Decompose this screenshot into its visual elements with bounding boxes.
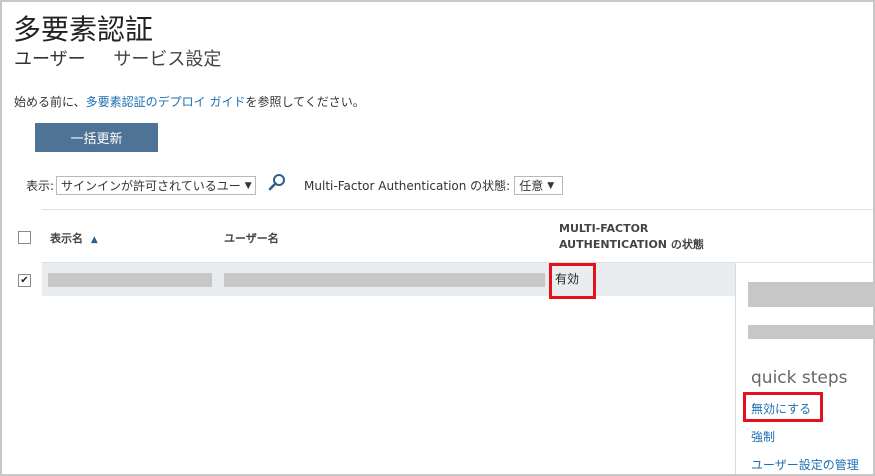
- column-header-mfa-status[interactable]: MULTI-FACTOR AUTHENTICATION の状態: [559, 221, 704, 253]
- filter-bar: 表示: サインインが許可されているユー ▼ Multi-Factor Authe…: [26, 173, 564, 195]
- page-title: 多要素認証: [13, 13, 154, 46]
- highlight-box-status: [549, 263, 596, 299]
- column-header-user-name[interactable]: ユーザー名: [224, 230, 279, 246]
- table-top-divider: [42, 209, 873, 210]
- deploy-guide-link[interactable]: 多要素認証のデプロイ ガイド: [86, 95, 246, 109]
- quick-steps-title: quick steps: [751, 368, 848, 388]
- sub-navigation: ユーザー サービス設定: [14, 45, 221, 71]
- mfa-status-header-line1: MULTI-FACTOR: [559, 222, 649, 235]
- row-checkbox[interactable]: ✔: [18, 274, 31, 287]
- dropdown-arrow-icon: ▼: [244, 180, 252, 191]
- select-all-checkbox[interactable]: [18, 231, 31, 244]
- highlight-box-disable: [743, 392, 823, 422]
- search-icon[interactable]: [268, 173, 286, 191]
- sort-ascending-icon: ▲: [90, 235, 98, 245]
- mfa-status-header-line2: AUTHENTICATION の状態: [559, 238, 704, 251]
- bulk-update-button[interactable]: 一括更新: [35, 123, 158, 152]
- column-header-display-name[interactable]: 表示名 ▲: [50, 230, 98, 246]
- display-name-header-label: 表示名: [50, 232, 83, 245]
- enforce-mfa-link[interactable]: 強制: [751, 428, 775, 445]
- view-filter-select[interactable]: サインインが許可されているユー ▼: [56, 176, 257, 195]
- intro-prefix: 始める前に、: [14, 95, 86, 109]
- dropdown-arrow-icon: ▼: [547, 180, 555, 191]
- intro-suffix: を参照してください。: [245, 95, 365, 109]
- mfa-state-filter-label: Multi-Factor Authentication の状態:: [304, 179, 511, 193]
- redacted-panel-name: [748, 282, 873, 307]
- redacted-user-name: [224, 273, 545, 287]
- redacted-panel-email: [748, 325, 873, 339]
- intro-text: 始める前に、多要素認証のデプロイ ガイドを参照してください。: [14, 93, 365, 110]
- tab-users[interactable]: ユーザー: [14, 49, 86, 70]
- redacted-display-name: [48, 273, 212, 287]
- tab-service-settings[interactable]: サービス設定: [113, 49, 221, 70]
- manage-user-settings-link[interactable]: ユーザー設定の管理: [751, 456, 859, 473]
- view-filter-value: サインインが許可されているユー: [61, 179, 241, 193]
- mfa-state-filter-value: 任意: [519, 179, 544, 193]
- mfa-state-filter-select[interactable]: 任意 ▼: [514, 176, 564, 195]
- window-frame: 多要素認証 ユーザー サービス設定 始める前に、多要素認証のデプロイ ガイドを参…: [0, 0, 875, 476]
- view-filter-label: 表示:: [26, 179, 55, 193]
